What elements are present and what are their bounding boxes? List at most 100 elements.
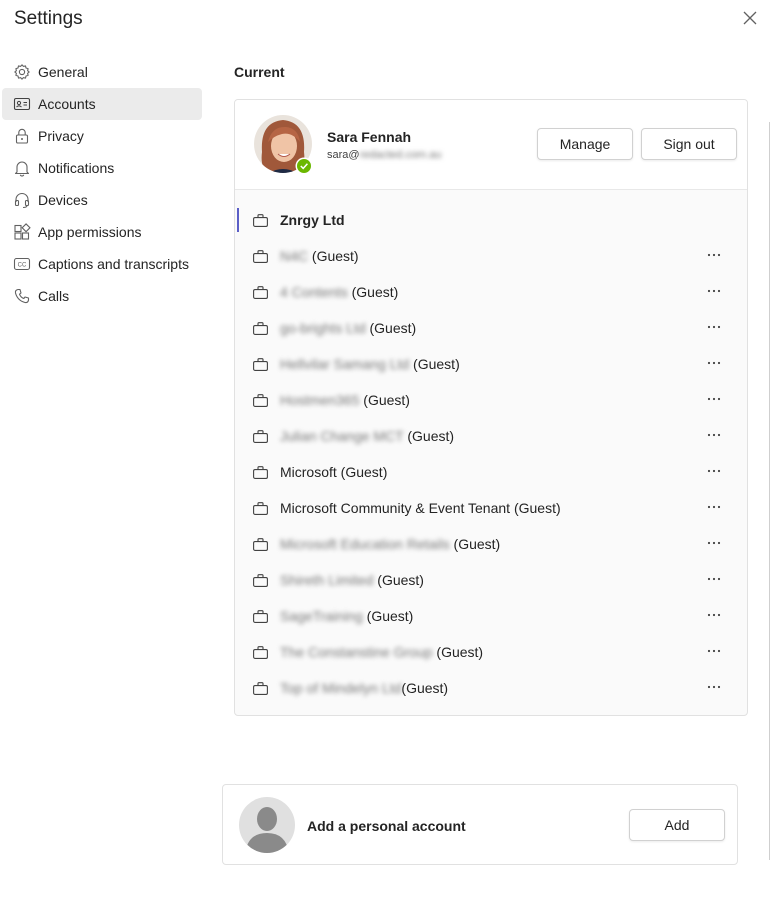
nav-item-devices[interactable]: Devices bbox=[2, 184, 202, 216]
person-placeholder-icon bbox=[239, 797, 295, 853]
nav-label: Devices bbox=[38, 192, 88, 208]
nav-item-privacy[interactable]: Privacy bbox=[2, 120, 202, 152]
nav-label: General bbox=[38, 64, 88, 80]
svg-text:CC: CC bbox=[18, 263, 27, 269]
tenant-name: The Constanstine Group (Guest) bbox=[280, 644, 483, 660]
tenant-name: Hostmen365 (Guest) bbox=[280, 392, 410, 408]
personal-account-card: Add a personal account Add bbox=[222, 784, 738, 865]
nav-item-captions-and-transcripts[interactable]: CC Captions and transcripts bbox=[2, 248, 202, 280]
email-redacted: redacted.com.au bbox=[359, 149, 442, 161]
current-account-card: Sara Fennah sara@redacted.com.au Manage … bbox=[234, 99, 748, 716]
briefcase-icon bbox=[253, 357, 268, 371]
more-options-icon[interactable] bbox=[706, 679, 722, 695]
more-options-icon[interactable] bbox=[706, 571, 722, 587]
guest-suffix: (Guest) bbox=[432, 644, 484, 660]
more-options-icon[interactable] bbox=[706, 643, 722, 659]
tenant-name: Microsoft Community & Event Tenant (Gues… bbox=[280, 500, 561, 516]
selected-indicator bbox=[237, 208, 239, 232]
tenant-row[interactable]: Microsoft (Guest) bbox=[235, 454, 747, 490]
lock-icon bbox=[15, 128, 29, 144]
briefcase-icon bbox=[253, 465, 268, 479]
briefcase-icon bbox=[253, 321, 268, 335]
tenant-row[interactable]: The Constanstine Group (Guest) bbox=[235, 634, 747, 670]
tenant-row[interactable]: go-brights Ltd (Guest) bbox=[235, 310, 747, 346]
cc-icon: CC bbox=[13, 257, 31, 271]
guest-suffix: (Guest) bbox=[401, 680, 449, 696]
tenant-name-redacted: N4C bbox=[280, 248, 309, 264]
nav-label: Captions and transcripts bbox=[38, 256, 189, 272]
more-options-icon[interactable] bbox=[706, 427, 722, 443]
tenant-row[interactable]: Top of Mindelyn Ltd(Guest) bbox=[235, 670, 747, 706]
tenant-name: go-brights Ltd (Guest) bbox=[280, 320, 416, 336]
scrollbar[interactable] bbox=[769, 122, 770, 860]
guest-suffix: (Guest) bbox=[365, 320, 417, 336]
briefcase-icon bbox=[253, 681, 268, 695]
briefcase-icon bbox=[253, 645, 268, 659]
nav-item-accounts[interactable]: Accounts bbox=[2, 88, 202, 120]
tenant-name-redacted: Shireth Limited bbox=[280, 572, 374, 588]
tenant-row[interactable]: Julian Change MCT (Guest) bbox=[235, 418, 747, 454]
nav-item-calls[interactable]: Calls bbox=[2, 280, 202, 312]
more-options-icon[interactable] bbox=[706, 391, 722, 407]
tenant-name-redacted: Julian Change MCT bbox=[280, 428, 404, 444]
tenant-row[interactable]: Microsoft Education Retails (Guest) bbox=[235, 526, 747, 562]
tenant-row[interactable]: Shireth Limited (Guest) bbox=[235, 562, 747, 598]
more-options-icon[interactable] bbox=[706, 535, 722, 551]
more-options-icon[interactable] bbox=[706, 283, 722, 299]
briefcase-icon bbox=[253, 285, 268, 299]
nav-item-app-permissions[interactable]: App permissions bbox=[2, 216, 202, 248]
tenant-name: 4 Contents (Guest) bbox=[280, 284, 398, 300]
briefcase-icon bbox=[253, 537, 268, 551]
tenant-row[interactable]: Znrgy Ltd bbox=[235, 202, 747, 238]
tenant-row[interactable]: SageTraining (Guest) bbox=[235, 598, 747, 634]
tenant-name-redacted: Hellvilar Samang Ltd bbox=[280, 356, 410, 372]
briefcase-icon bbox=[253, 429, 268, 443]
nav-label: Privacy bbox=[38, 128, 84, 144]
tenant-name: Top of Mindelyn Ltd(Guest) bbox=[280, 680, 448, 696]
email-prefix: sara@ bbox=[327, 149, 360, 161]
tenant-row[interactable]: Hostmen365 (Guest) bbox=[235, 382, 747, 418]
tenant-row[interactable]: N4C (Guest) bbox=[235, 238, 747, 274]
more-options-icon[interactable] bbox=[706, 499, 722, 515]
more-options-icon[interactable] bbox=[706, 319, 722, 335]
tenant-name-redacted: Top of Mindelyn Ltd bbox=[280, 680, 402, 696]
nav-item-notifications[interactable]: Notifications bbox=[2, 152, 202, 184]
tenant-name-text: Microsoft bbox=[280, 464, 337, 480]
tenant-name-text: Microsoft Community & Event Tenant bbox=[280, 500, 511, 516]
settings-title: Settings bbox=[14, 8, 83, 29]
tenant-row[interactable]: 4 Contents (Guest) bbox=[235, 274, 747, 310]
guest-suffix: (Guest) bbox=[510, 500, 561, 516]
tenant-name: Znrgy Ltd bbox=[280, 212, 345, 228]
tenant-name-redacted: 4 Contents bbox=[280, 284, 348, 300]
briefcase-icon bbox=[253, 501, 268, 515]
nav-label: Notifications bbox=[38, 160, 115, 176]
tenant-row[interactable]: Microsoft Community & Event Tenant (Gues… bbox=[235, 490, 747, 526]
headset-icon bbox=[14, 192, 30, 209]
tenant-name-redacted: go-brights Ltd bbox=[280, 320, 366, 336]
add-personal-account-label: Add a personal account bbox=[307, 818, 466, 834]
more-options-icon[interactable] bbox=[706, 463, 722, 479]
guest-suffix: (Guest) bbox=[449, 536, 501, 552]
guest-suffix: (Guest) bbox=[359, 392, 410, 408]
tenant-row[interactable]: Hellvilar Samang Ltd (Guest) bbox=[235, 346, 747, 382]
close-icon[interactable] bbox=[741, 9, 759, 27]
manage-button[interactable]: Manage bbox=[537, 128, 633, 160]
gear-icon bbox=[14, 64, 30, 80]
add-button[interactable]: Add bbox=[629, 809, 725, 841]
more-options-icon[interactable] bbox=[706, 355, 722, 371]
tenant-name-redacted: The Constanstine Group bbox=[280, 644, 433, 660]
bell-icon bbox=[14, 161, 30, 177]
settings-nav: General Accounts Privacy Notifications D… bbox=[2, 56, 202, 312]
more-options-icon[interactable] bbox=[706, 247, 722, 263]
nav-item-general[interactable]: General bbox=[2, 56, 202, 88]
briefcase-icon bbox=[253, 249, 268, 263]
phone-icon bbox=[14, 288, 30, 304]
briefcase-icon bbox=[253, 393, 268, 407]
more-options-icon[interactable] bbox=[706, 607, 722, 623]
sign-out-button[interactable]: Sign out bbox=[641, 128, 737, 160]
tenant-name: SageTraining (Guest) bbox=[280, 608, 413, 624]
current-heading: Current bbox=[234, 64, 285, 80]
user-avatar bbox=[254, 115, 312, 175]
nav-label: Calls bbox=[38, 288, 70, 304]
guest-suffix: (Guest) bbox=[347, 284, 399, 300]
